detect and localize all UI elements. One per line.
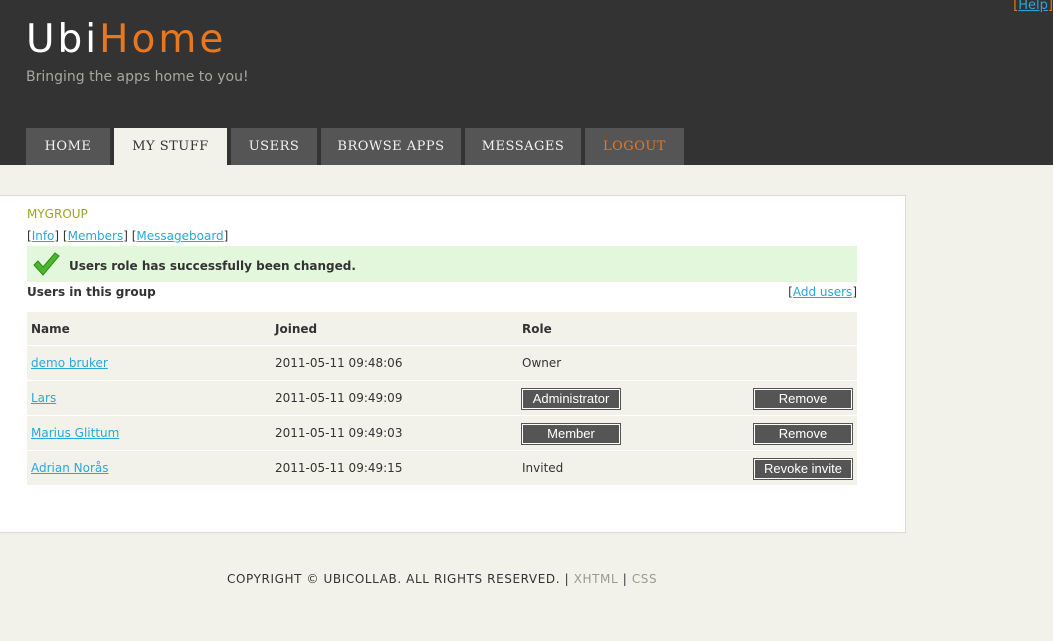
group-link-info[interactable]: Info <box>32 229 55 243</box>
table-row: Marius Glittum 2011-05-11 09:49:03 Membe… <box>27 416 857 451</box>
add-users-link[interactable]: Add users <box>793 285 852 299</box>
user-link[interactable]: Adrian Norås <box>31 461 109 475</box>
revoke-invite-button[interactable]: Revoke invite <box>753 458 853 480</box>
site-tagline: Bringing the apps home to you! <box>26 69 249 85</box>
tab-home[interactable]: HOME <box>26 128 110 165</box>
table-header-row: Name Joined Role <box>27 312 857 346</box>
table-row: Adrian Norås 2011-05-11 09:49:15 Invited… <box>27 451 857 486</box>
group-link-members[interactable]: Members <box>68 229 124 243</box>
user-link[interactable]: Lars <box>31 391 56 405</box>
column-header-joined: Joined <box>275 322 318 336</box>
members-table: Name Joined Role demo bruker 2011-05-11 … <box>27 312 857 486</box>
help-link-wrapper: [Help] <box>1013 0 1053 13</box>
xhtml-link[interactable]: XHTML <box>574 572 619 586</box>
success-message: Users role has successfully been changed… <box>69 259 356 273</box>
user-name-cell: Lars <box>31 381 56 415</box>
footer-separator: | <box>622 572 628 586</box>
user-name-cell: Marius Glittum <box>31 416 119 450</box>
role-button[interactable]: Administrator <box>521 388 621 410</box>
joined-cell: 2011-05-11 09:49:15 <box>275 461 403 475</box>
joined-cell: 2011-05-11 09:48:06 <box>275 356 403 370</box>
users-heading: Users in this group <box>27 285 156 299</box>
add-users-wrapper: [Add users] <box>788 285 857 299</box>
main-content: MYGROUP [Info] [Members] [Messageboard] … <box>0 195 906 533</box>
tab-messages[interactable]: MESSAGES <box>465 128 581 165</box>
user-link[interactable]: Marius Glittum <box>31 426 119 440</box>
role-button[interactable]: Member <box>521 423 621 445</box>
column-header-name: Name <box>31 322 70 336</box>
group-link-messageboard[interactable]: Messageboard <box>136 229 223 243</box>
joined-cell: 2011-05-11 09:49:09 <box>275 391 403 405</box>
table-row: Lars 2011-05-11 09:49:09 Administrator R… <box>27 381 857 416</box>
role-cell: Invited <box>522 461 564 475</box>
tab-logout[interactable]: LOGOUT <box>585 128 684 165</box>
footer-separator: | <box>564 572 570 586</box>
user-name-cell: Adrian Norås <box>31 451 109 485</box>
remove-button[interactable]: Remove <box>753 423 853 445</box>
copyright-text: COPYRIGHT © UBICOLLAB. ALL RIGHTS RESERV… <box>227 572 561 586</box>
tab-browse-apps[interactable]: BROWSE APPS <box>321 128 461 165</box>
column-header-role: Role <box>522 322 552 336</box>
remove-button[interactable]: Remove <box>753 388 853 410</box>
logo-part-home: Home <box>99 17 227 62</box>
group-title: MYGROUP <box>27 207 88 221</box>
tab-my-stuff[interactable]: MY STUFF <box>114 128 227 165</box>
site-header: [Help] UbiHome Bringing the apps home to… <box>0 0 1053 165</box>
tab-users[interactable]: USERS <box>231 128 317 165</box>
user-link[interactable]: demo bruker <box>31 356 108 370</box>
checkmark-icon <box>32 251 60 281</box>
joined-cell: 2011-05-11 09:49:03 <box>275 426 403 440</box>
css-link[interactable]: CSS <box>632 572 657 586</box>
group-sub-nav: [Info] [Members] [Messageboard] <box>27 229 229 243</box>
success-banner: Users role has successfully been changed… <box>27 246 857 282</box>
role-cell: Owner <box>522 356 562 370</box>
help-link[interactable]: Help <box>1018 0 1048 13</box>
user-name-cell: demo bruker <box>31 346 108 380</box>
site-footer: COPYRIGHT © UBICOLLAB. ALL RIGHTS RESERV… <box>227 572 657 586</box>
logo-part-ubi: Ubi <box>26 17 100 62</box>
site-logo[interactable]: UbiHome <box>26 17 226 62</box>
table-row: demo bruker 2011-05-11 09:48:06 Owner <box>27 346 857 381</box>
